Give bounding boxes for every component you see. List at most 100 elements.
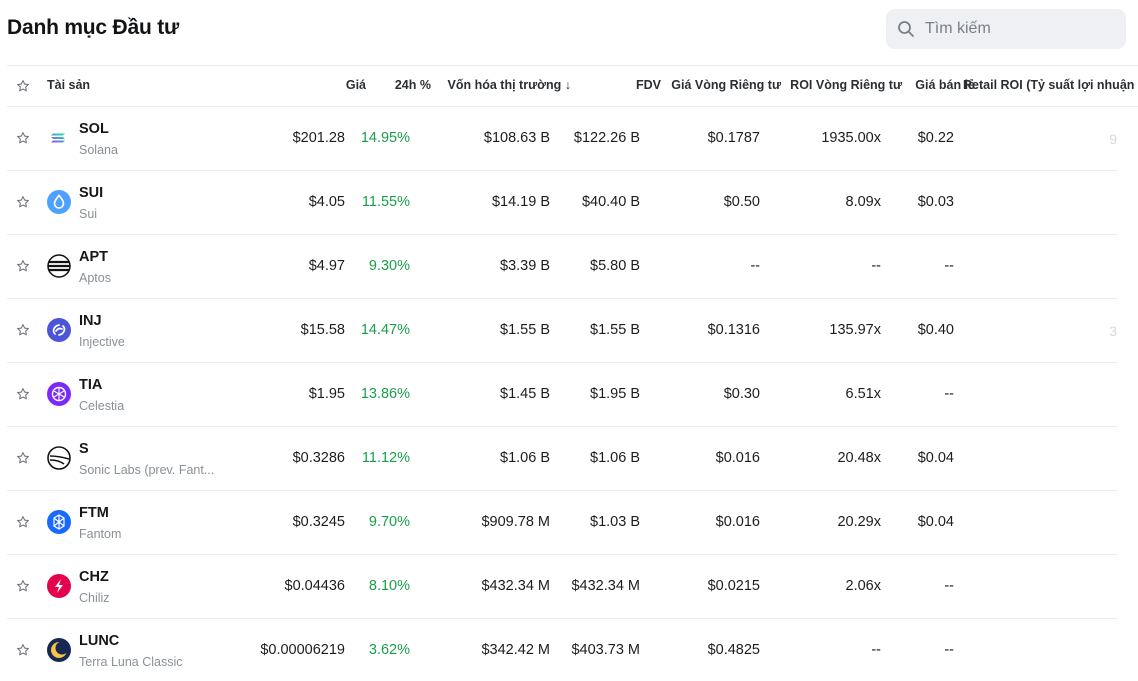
col-asset[interactable]: Tài sản [47,78,90,92]
change-24h-cell: 9.30% [368,258,410,274]
asset-table: Tài sản Giá 24h % Vốn hóa thị trường ↓ F… [7,65,1138,681]
asset-name: Sui [79,207,98,221]
table-row[interactable]: TIA Celestia $1.95 13.86% $1.45 B $1.95 B $0.3… [7,363,1117,427]
market-cap-cell: $1.06 B [500,450,550,466]
table-row[interactable]: S Sonic Labs (prev. Fant... $0.3286 11.12% $… [7,427,1117,491]
star-icon[interactable] [16,323,30,337]
asset-symbol[interactable]: SUI [79,185,103,201]
market-cap-cell: $1.55 B [500,322,550,338]
asset-symbol[interactable]: LUNC [79,633,119,649]
price-cell: $0.3286 [292,450,345,466]
price-cell: $4.97 [308,258,345,274]
col-retail-roi[interactable]: Retail ROI (Tỷ suất lợi nhuận [963,78,1134,92]
table-row[interactable]: FTM Fantom $0.3245 9.70% $909.78 M $1.03 B $0.… [7,491,1117,555]
private-roi-cell: 20.48x [837,450,881,466]
price-cell: $1.95 [308,386,345,402]
market-cap-cell: $432.34 M [481,578,550,594]
chz-logo-icon [47,574,71,598]
col-fdv[interactable]: FDV [636,78,661,92]
retail-price-cell: -- [944,386,954,402]
star-icon[interactable] [16,579,30,593]
star-icon[interactable] [16,195,30,209]
asset-symbol[interactable]: TIA [79,377,102,393]
col-price[interactable]: Giá [346,78,366,92]
change-24h-cell: 14.95% [360,130,410,146]
private-roi-cell: 135.97x [829,322,881,338]
price-cell: $201.28 [292,130,345,146]
table-body: SOL Solana $201.28 14.95% $108.63 B $122.26 B… [7,107,1138,681]
fdv-cell: $1.03 B [590,514,640,530]
sui-logo-icon [47,190,71,214]
search-box[interactable] [886,9,1126,49]
table-row[interactable]: SOL Solana $201.28 14.95% $108.63 B $122.26 B… [7,107,1117,171]
col-private-roi[interactable]: ROI Vòng Riêng tư [790,78,902,92]
asset-symbol[interactable]: CHZ [79,569,109,585]
fdv-cell: $40.40 B [581,194,640,210]
table-row[interactable]: CHZ Chiliz $0.04436 8.10% $432.34 M $432.34 M… [7,555,1117,619]
table-row[interactable]: SUI Sui $4.05 11.55% $14.19 B $40.40 B $0.50 8.… [7,171,1117,235]
change-24h-cell: 3.62% [368,642,410,658]
asset-symbol[interactable]: S [79,441,89,457]
star-icon[interactable] [16,131,30,145]
fdv-cell: $122.26 B [573,130,640,146]
retail-price-cell: -- [944,642,954,658]
price-cell: $15.58 [300,322,345,338]
price-cell: $4.05 [308,194,345,210]
star-icon[interactable] [16,451,30,465]
asset-name: Terra Luna Classic [79,655,183,669]
table-header: Tài sản Giá 24h % Vốn hóa thị trường ↓ F… [7,65,1138,107]
col-private-price[interactable]: Giá Vòng Riêng tư [671,78,781,92]
asset-name: Solana [79,143,118,157]
col-24h[interactable]: 24h % [395,78,431,92]
table-row[interactable]: LUNC Terra Luna Classic $0.00006219 3.62% $3… [7,619,1117,681]
private-roi-cell: 1935.00x [821,130,881,146]
fdv-cell: $1.06 B [590,450,640,466]
asset-name: Sonic Labs (prev. Fant... [79,463,215,477]
private-price-cell: $0.1316 [707,322,760,338]
asset-symbol[interactable]: INJ [79,313,102,329]
sol-logo-icon [47,126,71,150]
inj-logo-icon [47,318,71,342]
asset-name: Fantom [79,527,122,541]
private-roi-cell: 2.06x [845,578,881,594]
retail-price-cell: -- [944,258,954,274]
table-row[interactable]: INJ Injective $15.58 14.47% $1.55 B $1.55 B $0… [7,299,1117,363]
asset-symbol[interactable]: SOL [79,121,109,137]
private-price-cell: $0.016 [715,514,760,530]
change-24h-cell: 11.12% [361,450,410,466]
change-24h-cell: 8.10% [368,578,410,594]
change-24h-cell: 13.86% [360,386,410,402]
market-cap-cell: $3.39 B [500,258,550,274]
retail-roi-cell: 9 [1109,131,1117,147]
star-icon[interactable] [16,387,30,401]
col-market-cap[interactable]: Vốn hóa thị trường ↓ [448,78,571,92]
private-roi-cell: 8.09x [845,194,881,210]
star-icon[interactable] [16,79,30,93]
private-roi-cell: 6.51x [845,386,881,402]
star-icon[interactable] [16,259,30,273]
ftm-logo-icon [47,510,71,534]
private-roi-cell: -- [871,258,881,274]
apt-logo-icon [47,254,71,278]
price-cell: $0.04436 [284,578,345,594]
market-cap-cell: $14.19 B [491,194,550,210]
fdv-cell: $403.73 M [571,642,640,658]
asset-name: Aptos [79,271,111,285]
private-price-cell: $0.1787 [707,130,760,146]
search-input[interactable] [923,19,1117,39]
lunc-logo-icon [47,638,71,662]
star-icon[interactable] [16,515,30,529]
market-cap-cell: $909.78 M [481,514,550,530]
tia-logo-icon [47,382,71,406]
change-24h-cell: 9.70% [368,514,410,530]
star-icon[interactable] [16,643,30,657]
retail-price-cell: $0.04 [917,514,954,530]
fdv-cell: $432.34 M [571,578,640,594]
table-row[interactable]: APT Aptos $4.97 9.30% $3.39 B $5.80 B -- -- -- [7,235,1117,299]
market-cap-cell: $342.42 M [481,642,550,658]
private-price-cell: -- [750,258,760,274]
asset-symbol[interactable]: FTM [79,505,109,521]
asset-symbol[interactable]: APT [79,249,108,265]
retail-price-cell: $0.03 [917,194,954,210]
private-price-cell: $0.0215 [707,578,760,594]
